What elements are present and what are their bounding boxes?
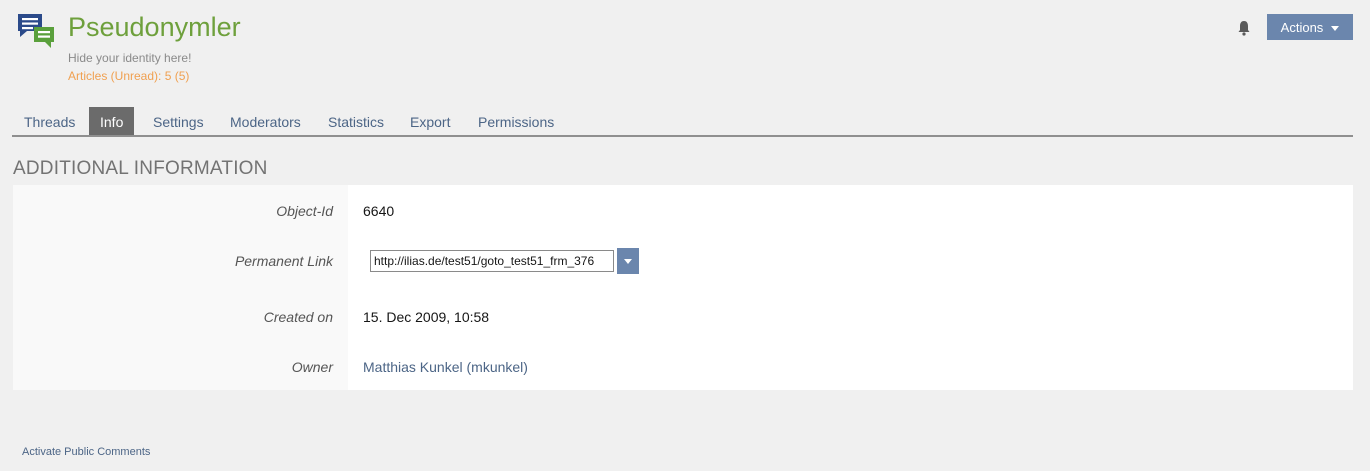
page-header: Pseudonymler Hide your identity here! Ar… bbox=[0, 0, 1370, 100]
permalink-dropdown-button[interactable] bbox=[617, 248, 639, 274]
permalink-label: Permanent Link bbox=[234, 253, 333, 269]
tab-moderators[interactable]: Moderators bbox=[230, 107, 301, 135]
info-row-created: Created on 15. Dec 2009, 10:58 bbox=[13, 309, 1353, 359]
tab-permissions[interactable]: Permissions bbox=[478, 107, 554, 135]
actions-button[interactable]: Actions bbox=[1267, 14, 1353, 40]
tab-statistics[interactable]: Statistics bbox=[328, 107, 384, 135]
permalink-field[interactable]: http://ilias.de/test51/goto_test51_frm_3… bbox=[370, 250, 614, 272]
owner-label: Owner bbox=[291, 359, 333, 375]
chevron-down-icon bbox=[624, 258, 632, 264]
tab-export[interactable]: Export bbox=[410, 107, 450, 135]
info-row-owner: Owner Matthias Kunkel (mkunkel) bbox=[13, 359, 1353, 409]
created-value: 15. Dec 2009, 10:58 bbox=[363, 309, 490, 325]
tab-bar: Threads Info Settings Moderators Statist… bbox=[12, 107, 1353, 137]
tab-settings[interactable]: Settings bbox=[153, 107, 204, 135]
info-panel: Object-Id 6640 Permanent Link http://ili… bbox=[13, 185, 1353, 390]
tab-threads[interactable]: Threads bbox=[24, 107, 75, 135]
object-id-value: 6640 bbox=[363, 203, 395, 219]
object-id-label: Object-Id bbox=[276, 203, 333, 219]
info-row-permalink: Permanent Link http://ilias.de/test51/go… bbox=[13, 248, 1353, 303]
tab-info[interactable]: Info bbox=[89, 107, 135, 135]
chevron-down-icon bbox=[1331, 25, 1340, 31]
bell-icon[interactable] bbox=[1237, 20, 1251, 36]
owner-link[interactable]: Matthias Kunkel (mkunkel) bbox=[363, 359, 528, 375]
info-row-object-id: Object-Id 6640 bbox=[13, 203, 1353, 253]
activate-public-comments-link[interactable]: Activate Public Comments bbox=[22, 446, 150, 458]
page-title: Pseudonymler bbox=[68, 12, 241, 42]
unread-count: Articles (Unread): 5 (5) bbox=[68, 69, 190, 83]
forum-icon bbox=[18, 14, 54, 48]
created-label: Created on bbox=[263, 309, 333, 325]
page-subtitle: Hide your identity here! bbox=[68, 51, 192, 65]
section-title: ADDITIONAL INFORMATION bbox=[13, 158, 268, 179]
actions-label: Actions bbox=[1280, 19, 1324, 35]
